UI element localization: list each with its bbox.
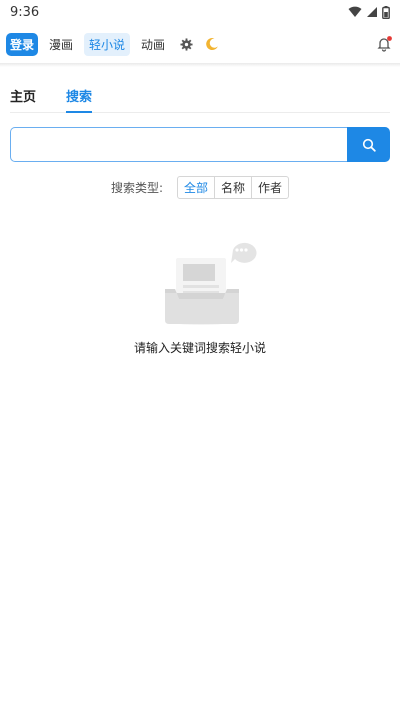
search-button[interactable]	[347, 127, 390, 162]
tab-home[interactable]: 主页	[10, 86, 36, 112]
moon-icon	[206, 38, 218, 51]
empty-inbox-illustration	[165, 242, 257, 325]
status-time: 9:36	[10, 4, 40, 20]
tab-search[interactable]: 搜索	[66, 86, 93, 113]
search-type-all[interactable]: 全部	[178, 177, 216, 198]
signal-icon	[367, 7, 377, 17]
bell-icon	[377, 36, 392, 52]
dark-mode-button[interactable]	[202, 34, 222, 54]
wifi-icon	[348, 6, 362, 17]
search-type-label: 搜索类型:	[110, 181, 163, 195]
notification-button[interactable]	[374, 34, 394, 54]
nav-item-manga[interactable]: 漫画	[44, 33, 78, 56]
settings-button[interactable]	[176, 34, 196, 54]
search-type-row: 搜索类型: 全部 名称 作者	[0, 176, 400, 199]
login-button[interactable]: 登录	[6, 32, 39, 56]
nav-item-light-novel[interactable]: 轻小说	[84, 32, 131, 56]
search-input[interactable]	[10, 127, 347, 162]
nav-item-anime[interactable]: 动画	[136, 33, 170, 56]
top-nav-bar: 登录 漫画 轻小说 动画	[0, 28, 400, 60]
status-bar: 9:36	[0, 0, 400, 24]
search-type-author[interactable]: 作者	[251, 177, 288, 198]
search-bar	[10, 127, 390, 162]
settings-icon	[180, 37, 193, 51]
top-bar-shadow	[0, 63, 400, 67]
search-type-name[interactable]: 名称	[214, 177, 251, 198]
search-type-selector: 全部 名称 作者	[177, 176, 290, 199]
status-icons	[348, 5, 390, 19]
empty-state-message: 请输入关键词搜索轻小说	[133, 341, 266, 355]
search-icon	[362, 138, 376, 152]
page-tabs: 主页 搜索	[10, 86, 390, 113]
battery-icon	[382, 5, 390, 19]
